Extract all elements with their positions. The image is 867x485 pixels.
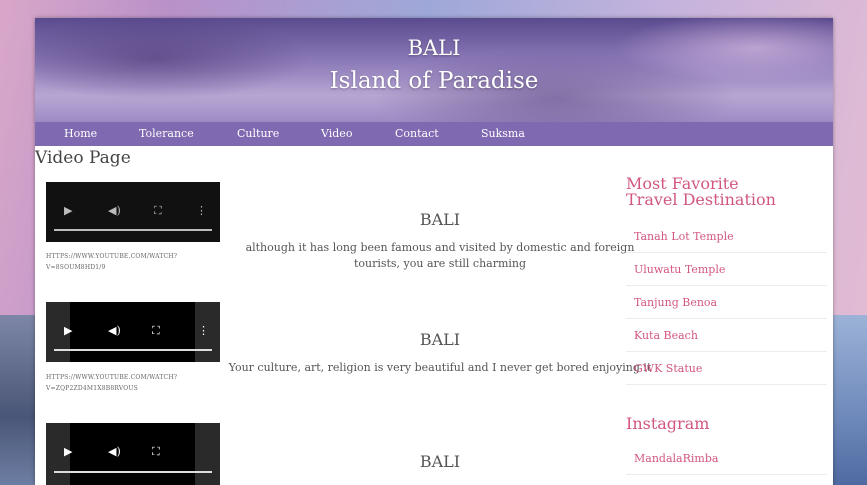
site-title: BALI — [407, 36, 461, 60]
header-banner: BALI Island of Paradise — [35, 18, 833, 122]
video-player-2[interactable]: ▶ ◀) ⛶ ⋮ — [46, 302, 220, 362]
site-subtitle: Island of Paradise — [329, 68, 539, 94]
video-progress-bar[interactable] — [54, 349, 212, 351]
video-player-1[interactable]: ▶ ◀) ⛶ ⋮ — [46, 182, 220, 242]
background-rocks — [0, 315, 40, 485]
volume-icon[interactable]: ◀) — [108, 204, 121, 217]
article-heading-1: BALI — [419, 210, 461, 229]
video-progress-bar[interactable] — [54, 229, 212, 231]
play-icon[interactable]: ▶ — [64, 204, 72, 217]
play-icon[interactable]: ▶ — [64, 445, 72, 458]
video-frame — [70, 423, 195, 485]
nav-home[interactable]: Home — [64, 127, 97, 140]
volume-icon[interactable]: ◀) — [108, 324, 121, 337]
sidebar-link-kuta-beach[interactable]: Kuta Beach — [634, 329, 698, 342]
fullscreen-icon[interactable]: ⛶ — [152, 324, 160, 338]
play-icon[interactable]: ▶ — [64, 324, 72, 337]
article-heading-2: BALI — [419, 330, 461, 349]
fullscreen-icon[interactable]: ⛶ — [152, 445, 160, 459]
background-sea — [827, 315, 867, 485]
volume-icon[interactable]: ◀) — [108, 445, 121, 458]
sidebar-link-instagram[interactable]: MandalaRimba — [634, 452, 718, 465]
nav-bar: Home Tolerance Culture Video Contact Suk… — [35, 122, 833, 146]
sidebar-instagram-title: Instagram — [626, 414, 710, 433]
video-link-2[interactable]: HTTPS://WWW.YOUTUBE.COM/WATCH? V=ZQP2ZD4… — [46, 372, 226, 394]
nav-video[interactable]: Video — [321, 127, 352, 140]
sidebar-divider — [626, 252, 827, 253]
more-options-icon[interactable]: ⋮ — [196, 204, 207, 217]
video-progress-bar[interactable] — [54, 471, 212, 473]
nav-culture[interactable]: Culture — [237, 127, 279, 140]
nav-tolerance[interactable]: Tolerance — [139, 127, 194, 140]
page-container: BALI Island of Paradise Home Tolerance C… — [35, 18, 833, 485]
more-options-icon[interactable]: ⋮ — [198, 324, 209, 337]
sidebar-link-gwk-statue[interactable]: GWK Statue — [634, 362, 702, 375]
nav-contact[interactable]: Contact — [395, 127, 439, 140]
sidebar-divider — [626, 474, 827, 475]
sidebar-divider — [626, 318, 827, 319]
sidebar-link-uluwatu[interactable]: Uluwatu Temple — [634, 263, 725, 276]
sidebar-divider — [626, 285, 827, 286]
video-frame — [70, 302, 195, 362]
nav-suksma[interactable]: Suksma — [481, 127, 525, 140]
sidebar-divider — [626, 384, 827, 385]
sidebar-link-tanjung-benoa[interactable]: Tanjung Benoa — [634, 296, 717, 309]
video-link-1[interactable]: HTTPS://WWW.YOUTUBE.COM/WATCH? V=8SOUM8H… — [46, 251, 226, 273]
article-heading-3: BALI — [419, 452, 461, 471]
video-player-3[interactable]: ▶ ◀) ⛶ — [46, 423, 220, 485]
page-title: Video Page — [35, 148, 131, 168]
sidebar-favorites-title: Most Favorite Travel Destination — [626, 174, 776, 209]
article-text-1: although it has long been famous and vis… — [245, 241, 635, 270]
sidebar-link-tanah-lot[interactable]: Tanah Lot Temple — [634, 230, 734, 243]
fullscreen-icon[interactable]: ⛶ — [154, 204, 162, 218]
sidebar-divider — [626, 351, 827, 352]
article-text-2: Your culture, art, religion is very beau… — [228, 361, 652, 374]
